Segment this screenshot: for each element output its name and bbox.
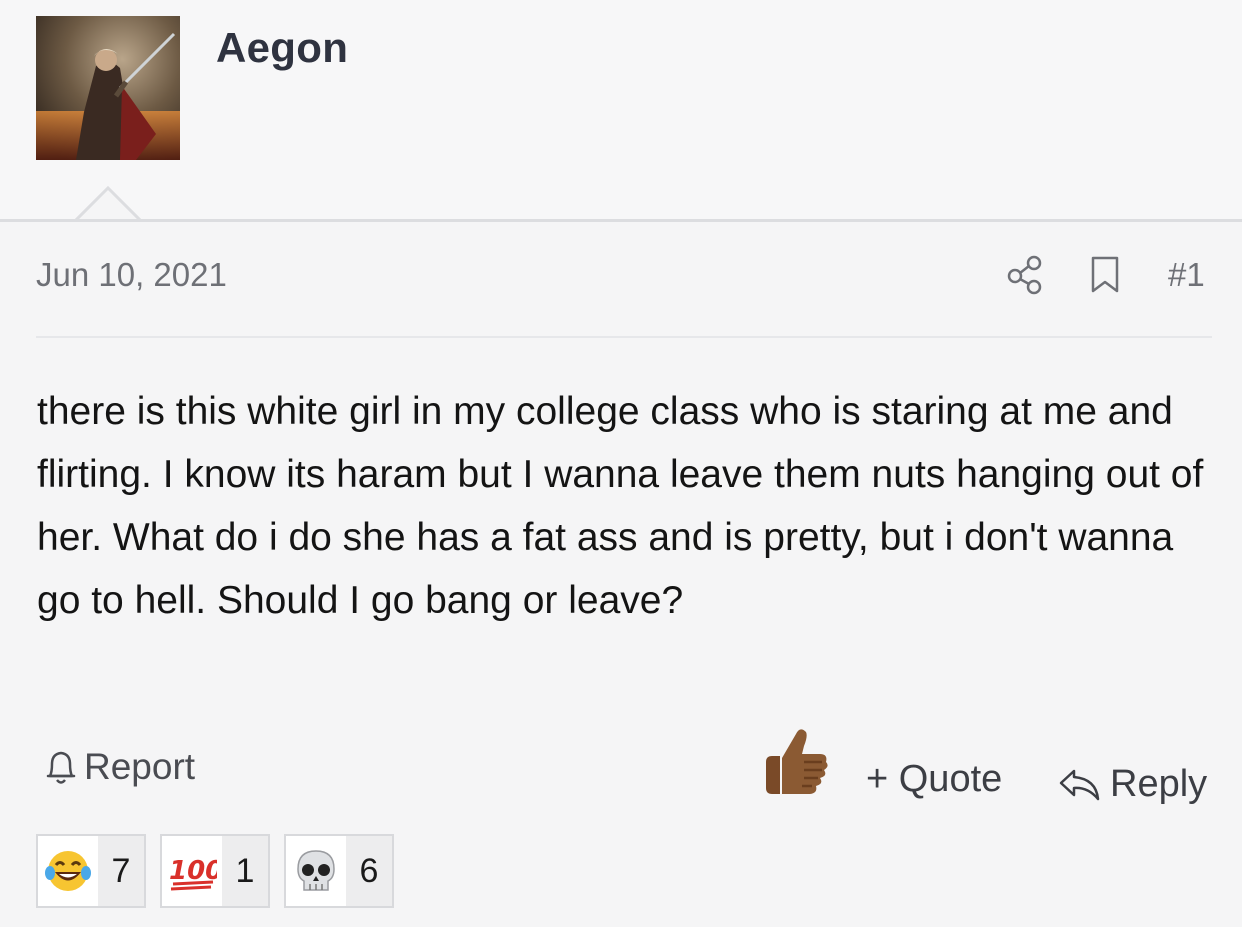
reply-button[interactable]: Reply [1058,758,1207,810]
skull-icon [286,836,346,906]
reaction-count: 7 [98,836,144,906]
post-content: there is this white girl in my college c… [37,390,1204,622]
avatar[interactable] [36,16,180,160]
reply-arrow-icon [1059,769,1100,801]
hundred-points-icon: 100 [162,836,222,906]
reaction-hundred[interactable]: 100 1 [160,834,270,908]
reaction-count: 1 [222,836,268,906]
post-header: Aegon [0,0,1242,219]
post-number-link[interactable]: #1 [1168,256,1205,294]
laughing-tears-icon [38,836,98,906]
username[interactable]: Aegon [216,24,348,72]
reaction-skull[interactable]: 6 [284,834,394,908]
report-label: Report [84,746,196,787]
post-pointer-arrow [74,186,142,222]
quote-button[interactable]: + Quote [866,758,1002,801]
bookmark-icon[interactable] [1090,256,1120,294]
report-button[interactable]: Report [44,742,195,792]
reaction-laughing[interactable]: 7 [36,834,146,908]
content-divider [36,336,1212,338]
like-thumbs-up-icon[interactable] [760,724,832,800]
reaction-count: 6 [346,836,392,906]
share-icon[interactable] [1006,255,1044,295]
bell-icon [46,751,76,784]
reactions-bar: 7 100 1 6 [36,834,394,908]
reply-label: Reply [1110,762,1208,805]
post-date[interactable]: Jun 10, 2021 [36,256,227,294]
